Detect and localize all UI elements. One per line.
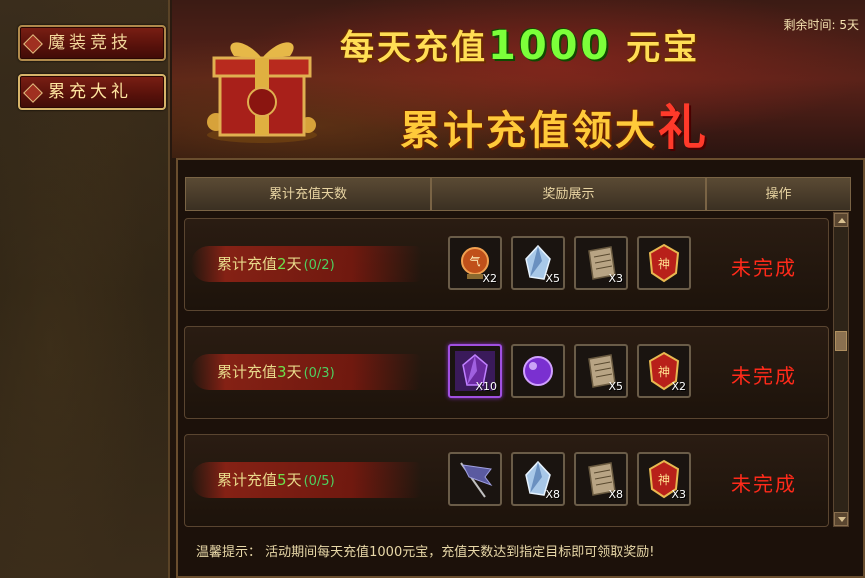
header-rewards: 奖励展示 <box>431 177 706 211</box>
diamond-icon <box>23 83 43 103</box>
row-condition: 累计充值2天 (0/2) <box>217 255 335 273</box>
reward-slot[interactable]: X5 <box>511 236 565 290</box>
sidebar-item-label: 累充大礼 <box>48 82 132 102</box>
svg-text:神: 神 <box>658 257 670 271</box>
reward-slot[interactable]: 神 X3 <box>637 452 691 506</box>
sidebar-item-magic-arena[interactable]: 魔装竞技 <box>18 25 166 61</box>
svg-text:气: 气 <box>470 254 481 268</box>
shen-badge-icon: 神 <box>648 243 680 283</box>
row-condition: 累计充值3天 (0/3) <box>217 363 335 381</box>
reward-slot[interactable] <box>511 344 565 398</box>
scroll-up-icon[interactable] <box>834 213 848 227</box>
scroll-thumb[interactable] <box>835 331 847 351</box>
banner: 每天充值1000 元宝 累计充值领大礼 剩余时间: 5天 <box>172 0 865 158</box>
status-incomplete: 未完成 <box>731 256 797 280</box>
svg-text:神: 神 <box>658 365 670 379</box>
banner-slogan-1: 每天充值1000 元宝 <box>340 23 701 69</box>
sidebar-item-cumulative-gift[interactable]: 累充大礼 <box>18 74 166 110</box>
reward-slot[interactable]: 神 X2 <box>637 344 691 398</box>
scrollbar[interactable] <box>833 212 849 527</box>
banner-slogan-2: 累计充值领大礼 <box>400 100 710 156</box>
header-days: 累计充值天数 <box>185 177 431 211</box>
remaining-time: 剩余时间: 5天 <box>783 18 860 32</box>
table-header: 累计充值天数 奖励展示 操作 <box>185 177 851 211</box>
gift-box-icon <box>207 42 317 143</box>
flag-icon <box>460 462 493 498</box>
reward-row: 累计充值5天 (0/5) X8 X8 神 X3 未完成 <box>184 434 829 527</box>
header-action: 操作 <box>706 177 851 211</box>
sidebar-item-label: 魔装竞技 <box>48 33 132 53</box>
reward-slot[interactable]: 气 X2 <box>448 236 502 290</box>
purple-orb-icon <box>523 356 553 386</box>
reward-row: 累计充值3天 (0/3) X10 X5 神 X2 未完成 <box>184 326 829 419</box>
activity-window: 魔装竞技 累充大礼 每天充值1000 元宝 累计充值领大礼 剩余时间: 5天 累… <box>0 0 865 578</box>
sidebar: 魔装竞技 累充大礼 <box>0 0 170 578</box>
reward-slot[interactable]: X8 <box>511 452 565 506</box>
reward-slot[interactable]: X5 <box>574 344 628 398</box>
reward-slot[interactable]: X8 <box>574 452 628 506</box>
reward-slot[interactable] <box>448 452 502 506</box>
row-condition: 累计充值5天 (0/5) <box>217 471 335 489</box>
reward-slot[interactable]: 神 <box>637 236 691 290</box>
svg-text:神: 神 <box>658 473 670 487</box>
reward-row: 累计充值2天 (0/2) 气 X2 X5 X3 神 未完成 <box>184 218 829 311</box>
status-incomplete: 未完成 <box>731 364 797 388</box>
scroll-down-icon[interactable] <box>834 512 848 526</box>
diamond-icon <box>23 34 43 54</box>
tip-text: 温馨提示： 活动期间每天充值1000元宝，充值天数达到指定目标即可领取奖励! <box>196 545 655 560</box>
status-incomplete: 未完成 <box>731 472 797 496</box>
reward-slot[interactable]: X10 <box>448 344 502 398</box>
reward-slot[interactable]: X3 <box>574 236 628 290</box>
